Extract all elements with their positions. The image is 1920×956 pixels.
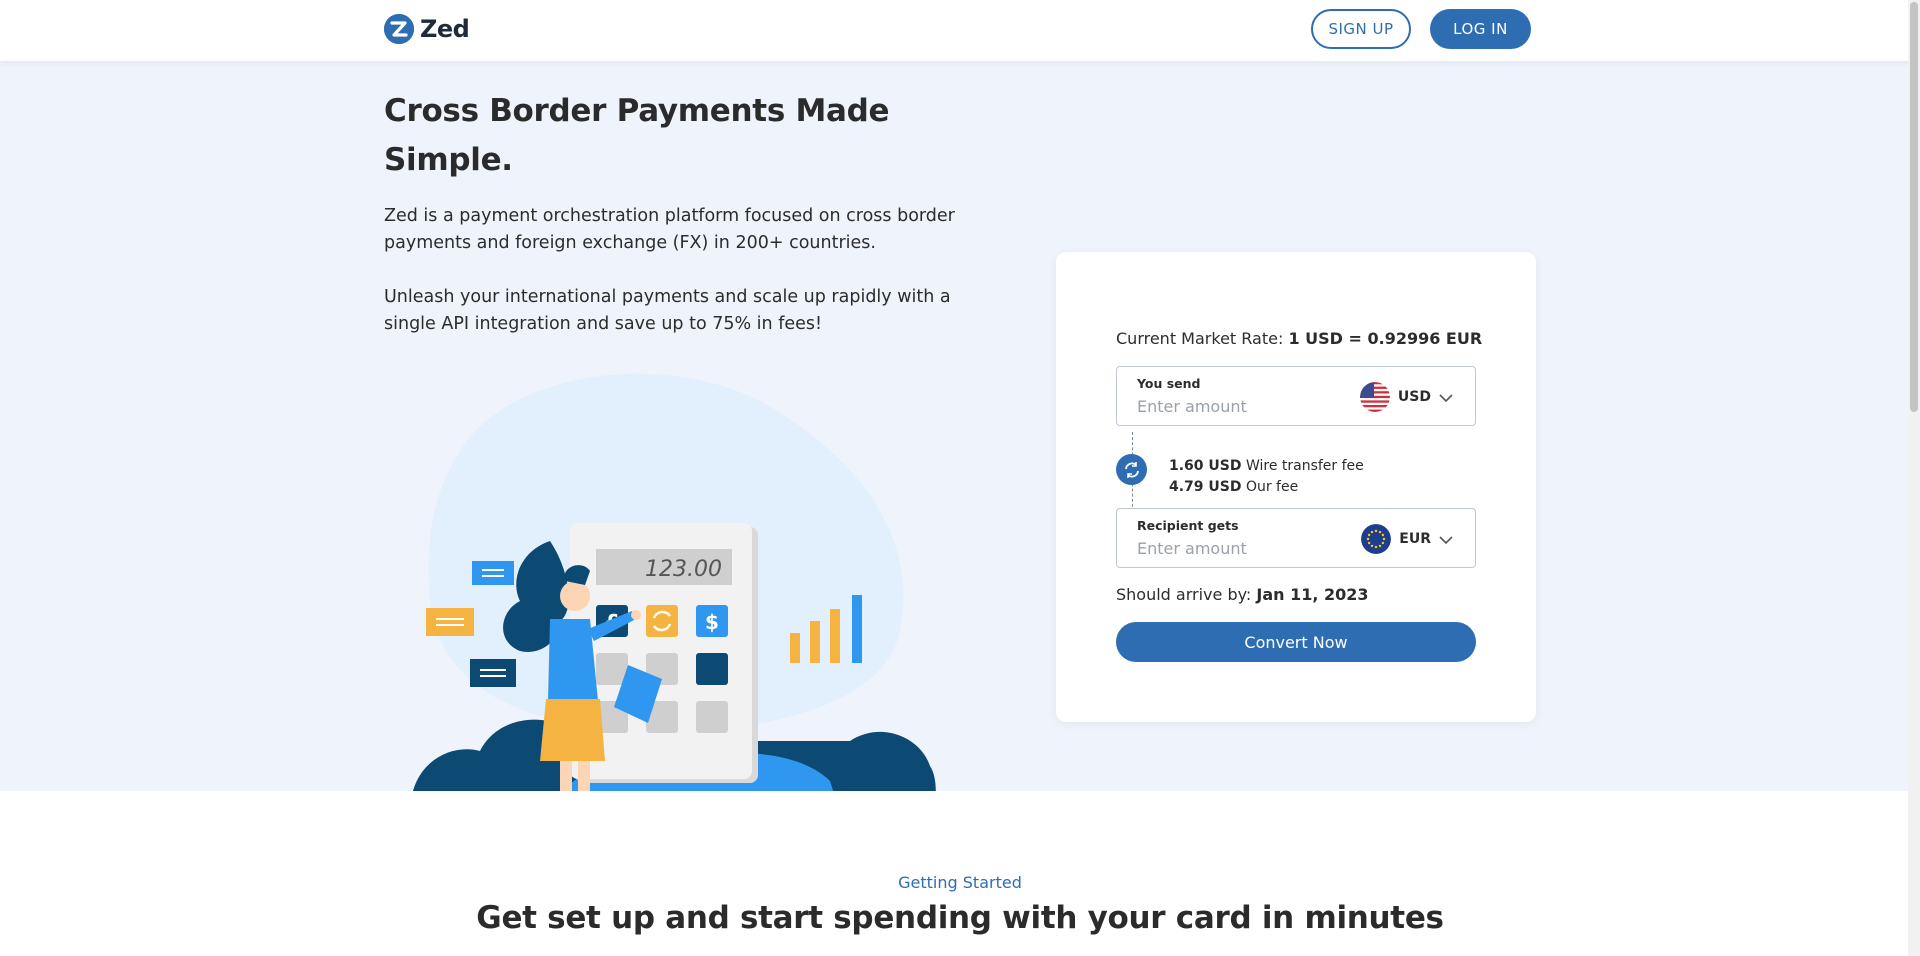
hero-description: Zed is a payment orchestration platform … [384,206,955,253]
zed-logo-icon [384,14,414,44]
arrival-estimate: Should arrive by: Jan 11, 2023 [1116,585,1369,604]
send-currency-code: USD [1397,389,1431,405]
top-navbar: Zed SIGN UP LOG IN [0,0,1920,61]
market-rate: Current Market Rate: 1 USD = 0.92996 EUR [1116,329,1482,348]
dollar-key-label: $ [705,610,719,634]
recipient-gets-field[interactable]: Recipient gets EUR [1116,508,1476,568]
wire-transfer-fee: 1.60 USD Wire transfer fee [1169,458,1364,474]
you-send-label: You send [1137,376,1201,391]
scrollbar-thumb[interactable] [1910,2,1918,412]
arrive-label: Should arrive by: [1116,585,1252,604]
us-flag-icon [1359,382,1390,412]
chevron-down-icon [1439,530,1453,549]
our-fee-label: Our fee [1245,479,1299,495]
receive-currency-select[interactable]: EUR [1361,524,1453,554]
receive-currency-code: EUR [1399,531,1431,547]
send-currency-select[interactable]: USD [1359,382,1453,412]
convert-now-button[interactable]: Convert Now [1116,622,1476,662]
logo-text: Zed [420,15,470,43]
page-scrollbar[interactable] [1908,0,1920,956]
arrive-date: Jan 11, 2023 [1256,585,1369,604]
fee-breakdown: 1.60 USD Wire transfer fee 4.79 USD Our … [1116,432,1476,512]
hero-illustration: 123.00 £ $ [400,371,940,821]
calculator-display: 123.00 [645,557,722,582]
recipient-gets-label: Recipient gets [1137,518,1239,533]
hero-pitch: Unleash your international payments and … [384,287,951,334]
wire-fee-label: Wire transfer fee [1245,458,1364,474]
logo[interactable]: Zed [384,14,470,44]
receive-amount-input[interactable] [1137,537,1337,559]
send-amount-input[interactable] [1137,395,1337,417]
market-rate-label: Current Market Rate: [1116,329,1284,348]
our-fee: 4.79 USD Our fee [1169,479,1298,495]
hero-section: Cross Border Payments Made Simple. Zed i… [0,61,1908,821]
chevron-down-icon [1439,388,1453,407]
market-rate-value: 1 USD = 0.92996 EUR [1288,329,1483,348]
our-fee-amount: 4.79 USD [1169,479,1242,495]
you-send-field[interactable]: You send Enter amount USD [1116,366,1476,426]
getting-started-eyebrow: Getting Started [898,873,1022,892]
log-in-button[interactable]: LOG IN [1430,9,1531,49]
calculator-woman-illustration: 123.00 £ $ [410,373,936,821]
hero-title: Cross Border Payments Made Simple. [384,93,890,178]
refresh-rate-icon[interactable] [1116,454,1147,485]
wire-fee-amount: 1.60 USD [1169,458,1242,474]
sign-up-button[interactable]: SIGN UP [1311,9,1411,49]
currency-converter-card: Current Market Rate: 1 USD = 0.92996 EUR… [1056,252,1536,722]
getting-started-title: Get set up and start spending with your … [476,900,1444,936]
eu-flag-icon [1361,524,1392,554]
